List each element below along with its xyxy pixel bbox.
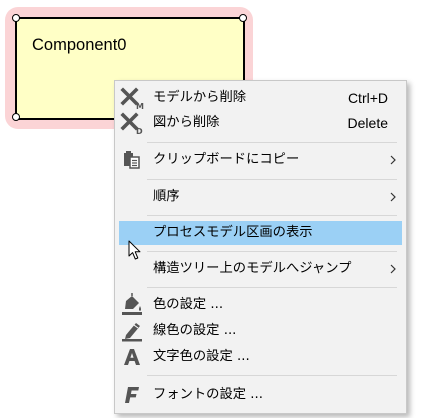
pen-icon <box>120 319 144 343</box>
submenu-arrow-icon <box>390 192 396 202</box>
menu-item-label: 線色の設定 ... <box>153 323 237 338</box>
menu-item-shortcut: Delete <box>347 115 388 131</box>
menu-item-label: 構造ツリー上のモデルへジャンプ <box>153 261 352 276</box>
delete-model-icon: M <box>120 86 144 110</box>
menu-item-set-font[interactable]: フォントの設定 ... <box>119 383 402 407</box>
menu-separator <box>147 179 397 180</box>
menu-item-delete-from-model[interactable]: M モデルから削除 Ctrl+D <box>119 86 402 110</box>
menu-item-shortcut: Ctrl+D <box>347 90 388 106</box>
menu-item-order[interactable]: 順序 <box>119 185 402 209</box>
text-color-icon <box>120 345 144 369</box>
component-name: Component0 <box>32 36 127 54</box>
menu-item-label: 図から削除 <box>153 115 220 130</box>
svg-text:D: D <box>136 127 143 135</box>
resize-handle-bottom-left[interactable] <box>12 113 20 121</box>
menu-item-label: クリップボードにコピー <box>153 152 300 167</box>
menu-item-set-text-color[interactable]: 文字色の設定 ... <box>119 345 402 369</box>
delete-diagram-icon: D <box>120 111 144 135</box>
menu-item-jump-to-model-in-tree[interactable]: 構造ツリー上のモデルへジャンプ <box>119 257 402 281</box>
menu-item-label: モデルから削除 <box>153 90 247 105</box>
menu-item-show-process-model-compartment[interactable]: プロセスモデル区画の表示 <box>119 221 402 245</box>
menu-separator <box>147 142 397 143</box>
clipboard-icon <box>120 148 144 172</box>
submenu-arrow-icon <box>390 155 396 165</box>
menu-item-delete-from-diagram[interactable]: D 図から削除 Delete <box>119 111 402 135</box>
menu-separator <box>147 251 397 252</box>
menu-item-label: 文字色の設定 ... <box>153 349 250 364</box>
menu-item-set-line-color[interactable]: 線色の設定 ... <box>119 319 402 343</box>
svg-text:M: M <box>136 102 144 110</box>
menu-item-label: 色の設定 ... <box>153 297 224 312</box>
menu-separator <box>147 215 397 216</box>
menu-item-copy-to-clipboard[interactable]: クリップボードにコピー <box>119 148 402 172</box>
submenu-arrow-icon <box>390 264 396 274</box>
context-menu: M モデルから削除 Ctrl+D D 図から削除 Delete クリップボードに… <box>114 80 407 414</box>
resize-handle-top-right[interactable] <box>239 14 247 22</box>
menu-separator <box>147 375 397 376</box>
mouse-cursor-icon <box>128 240 141 260</box>
resize-handle-top-left[interactable] <box>12 14 20 22</box>
menu-item-label: 順序 <box>153 189 180 204</box>
menu-item-set-color[interactable]: 色の設定 ... <box>119 293 402 317</box>
menu-separator <box>147 287 397 288</box>
menu-item-label: フォントの設定 ... <box>153 387 263 402</box>
paint-bucket-icon <box>120 293 144 317</box>
font-icon <box>120 383 144 407</box>
menu-item-label: プロセスモデル区画の表示 <box>153 225 313 240</box>
